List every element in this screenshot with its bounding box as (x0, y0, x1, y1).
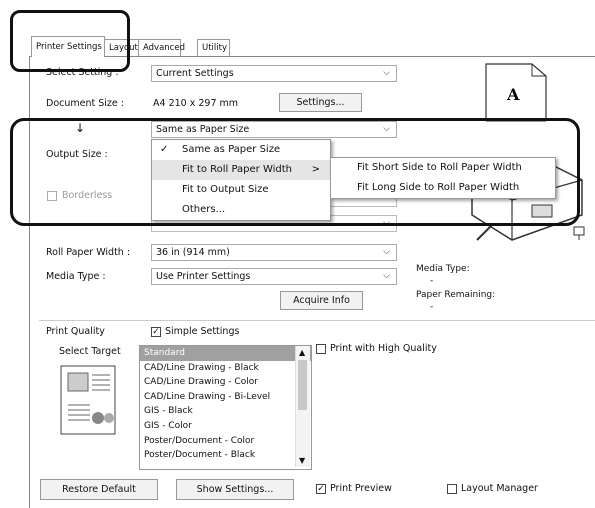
chevron-down-icon: ⌵ (383, 124, 390, 134)
select-setting-value: Current Settings (156, 68, 234, 79)
scroll-thumb[interactable] (298, 360, 307, 410)
show-settings-button[interactable]: Show Settings... (176, 479, 294, 500)
select-setting-combo[interactable]: Current Settings ⌵ (151, 65, 397, 82)
menu-item-label: Others... (182, 204, 226, 215)
roll-paper-width-combo[interactable]: 36 in (914 mm) ⌵ (151, 244, 397, 261)
menu-item-same-as-paper[interactable]: ✓ Same as Paper Size (152, 140, 330, 160)
submenu-arrow-icon: > (311, 164, 320, 175)
output-size-combo[interactable]: Same as Paper Size ⌵ (151, 121, 397, 138)
roll-paper-width-label: Roll Paper Width : (46, 247, 131, 258)
menu-item-fit-roll-width[interactable]: Fit to Roll Paper Width > (152, 160, 330, 180)
info-paper-remaining-label: Paper Remaining: (416, 290, 496, 300)
print-preview-checkbox[interactable]: ✓ (316, 484, 326, 494)
borderless-checkbox[interactable] (47, 191, 57, 201)
list-item[interactable]: GIS - Color (140, 419, 311, 434)
simple-settings-label: Simple Settings (165, 326, 240, 337)
check-mark-icon: ✓ (160, 144, 169, 155)
output-size-dropdown: ✓ Same as Paper Size Fit to Roll Paper W… (151, 139, 331, 221)
chevron-down-icon: ⌵ (383, 271, 390, 281)
output-size-label: Output Size : (46, 149, 108, 160)
info-media-type-label: Media Type: (416, 264, 470, 274)
restore-default-button[interactable]: Restore Default (40, 479, 158, 500)
list-item[interactable]: CAD/Line Drawing - Color (140, 375, 311, 390)
menu-item-label: Fit to Output Size (182, 184, 269, 195)
tab-layout[interactable]: Layout (104, 39, 139, 56)
menu-item-label: Fit to Roll Paper Width (182, 164, 293, 175)
select-target-label: Select Target (59, 346, 121, 357)
target-list[interactable]: Standard CAD/Line Drawing - Black CAD/Li… (139, 345, 312, 470)
chevron-down-icon: ⌵ (383, 218, 390, 228)
chevron-down-icon: ⌵ (383, 247, 390, 257)
down-arrow-icon: ↓ (75, 121, 86, 135)
list-item[interactable]: CAD/Line Drawing - Black (140, 361, 311, 376)
chevron-down-icon: ⌵ (383, 68, 390, 78)
list-item[interactable]: Standard (140, 346, 311, 361)
layout-manager-checkbox[interactable] (447, 484, 457, 494)
roll-width-submenu: Fit Short Side to Roll Paper Width Fit L… (330, 157, 556, 199)
roll-paper-width-value: 36 in (914 mm) (156, 247, 230, 258)
document-size-label: Document Size : (46, 98, 124, 109)
scroll-down-icon[interactable]: ▼ (299, 456, 305, 465)
target-document-icon (60, 365, 116, 435)
list-item[interactable]: CAD/Line Drawing - Bi-Level (140, 390, 311, 405)
acquire-info-button[interactable]: Acquire Info (280, 291, 363, 310)
document-size-value: A4 210 x 297 mm (153, 98, 239, 109)
simple-settings-checkbox[interactable]: ✓ (151, 327, 161, 337)
media-type-value: Use Printer Settings (156, 271, 251, 282)
submenu-item-fit-long-side[interactable]: Fit Long Side to Roll Paper Width (331, 178, 555, 198)
borderless-label: Borderless (62, 190, 113, 201)
paper-preview-icon: A (485, 63, 547, 122)
info-media-type-value: - (430, 276, 434, 286)
document-settings-button[interactable]: Settings... (279, 93, 362, 112)
list-item[interactable]: Poster/Document - Black (140, 448, 311, 463)
output-size-combo-value: Same as Paper Size (156, 124, 250, 135)
select-setting-label: Select Setting : (46, 67, 119, 78)
tab-advanced[interactable]: Advanced (138, 39, 185, 56)
tab-printer-settings[interactable]: Printer Settings (31, 36, 105, 57)
menu-item-fit-output-size[interactable]: Fit to Output Size (152, 180, 330, 200)
menu-item-label: Same as Paper Size (182, 144, 281, 155)
high-quality-checkbox[interactable] (316, 344, 326, 354)
tab-utility[interactable]: Utility (197, 39, 230, 56)
high-quality-label: Print with High Quality (330, 343, 437, 354)
submenu-item-label: Fit Long Side to Roll Paper Width (357, 182, 520, 193)
submenu-item-fit-short-side[interactable]: Fit Short Side to Roll Paper Width (331, 158, 555, 178)
menu-item-others[interactable]: Others... (152, 200, 330, 220)
list-item[interactable]: GIS - Black (140, 404, 311, 419)
print-preview-label: Print Preview (330, 483, 392, 494)
submenu-item-label: Fit Short Side to Roll Paper Width (357, 162, 522, 173)
preview-letter: A (506, 85, 520, 104)
info-paper-remaining-value: - (430, 302, 434, 312)
layout-manager-label: Layout Manager (461, 483, 538, 494)
list-item[interactable]: Poster/Document - Color (140, 434, 311, 449)
scroll-up-icon[interactable]: ▲ (299, 348, 305, 357)
list-scrollbar[interactable]: ▲ ▼ (295, 346, 310, 467)
print-quality-label: Print Quality (46, 326, 105, 337)
divider (39, 320, 595, 321)
media-type-label: Media Type : (46, 271, 106, 282)
media-type-combo[interactable]: Use Printer Settings ⌵ (151, 268, 397, 285)
